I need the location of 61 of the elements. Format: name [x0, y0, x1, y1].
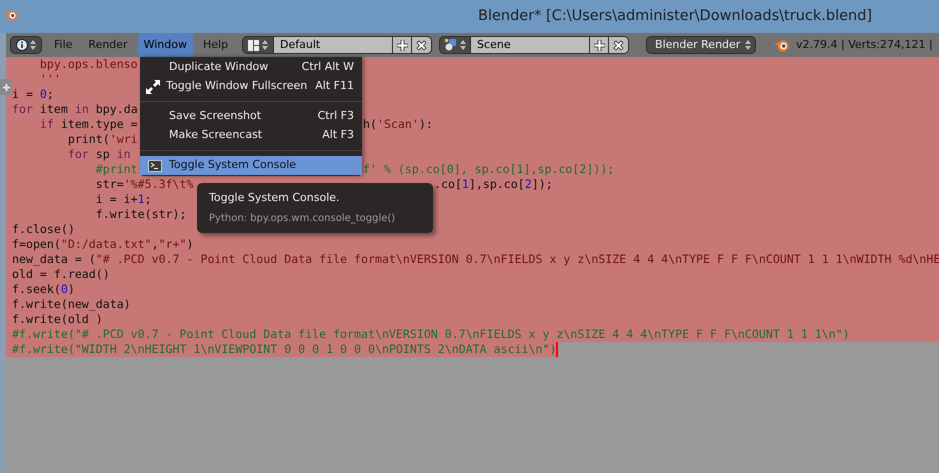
plus-icon [594, 40, 605, 50]
panel-tab[interactable] [0, 79, 12, 95]
code-line: f.write(str); [94, 207, 187, 222]
code-line: bpy.ops.blenso [38, 57, 138, 72]
menu-entry[interactable]: Toggle System Console [140, 156, 362, 175]
up-down-arrows-icon [745, 40, 752, 50]
code-line-fragment: f' % (sp.co[0], sp.co[1],sp.co[2])); [363, 162, 614, 177]
code-line-fragment: h('Scan'): [363, 117, 433, 132]
delete-button[interactable] [609, 36, 630, 54]
menu-entry[interactable]: Toggle Window Fullscreen Alt F11 [140, 77, 362, 96]
code-line: print('wri [66, 132, 138, 147]
code-line: i = i+1; [94, 192, 152, 207]
menu-entry[interactable]: Make Screencast Alt F3 [140, 126, 362, 145]
info-icon [16, 39, 28, 51]
close-icon [416, 40, 428, 50]
code-line: str='%#5.3f\t% [94, 177, 194, 192]
code-line: f=open("D:/data.txt","r+") [11, 237, 194, 252]
up-down-arrows-icon [460, 40, 466, 50]
code-line: f.close() [11, 222, 75, 237]
code-line: #print [94, 162, 138, 177]
menu-item[interactable]: Window [138, 33, 193, 57]
scene-statistics: v2.79.4 | Verts:274,121 | [796, 36, 933, 53]
menu-item[interactable]: Render [82, 33, 134, 57]
layout-icon [248, 40, 260, 50]
fullscreen-arrows-icon [146, 80, 160, 94]
layout-selector-button[interactable] [242, 36, 274, 54]
screen-layout-field[interactable]: Default [274, 36, 392, 54]
blender-logo-icon [774, 38, 790, 52]
render-engine-dropdown[interactable]: Blender Render [646, 36, 756, 54]
menu-item[interactable]: Help [196, 33, 234, 57]
blender-logo-icon [4, 9, 18, 21]
code-line: if item.type = [38, 117, 138, 132]
console-icon [148, 160, 162, 172]
delete-button[interactable] [412, 36, 432, 54]
menu-entry[interactable]: Save Screenshot Ctrl F3 [140, 107, 362, 126]
up-down-arrows-icon [30, 40, 36, 50]
scene-icon [444, 39, 457, 51]
tooltip-python-path: Python: bpy.ops.wm.console_toggle() [209, 212, 396, 226]
scene-selector-button[interactable] [439, 36, 472, 54]
close-icon [613, 40, 624, 50]
code-line: f.write(old ) [11, 312, 103, 327]
up-down-arrows-icon [262, 40, 268, 50]
code-line: f.write(new_data) [11, 297, 131, 312]
code-line-fragment: .co[1],sp.co[2]); [434, 177, 553, 192]
editor-type-button[interactable] [10, 36, 42, 54]
window-title: Blender* [C:\Users\administer\Downloads\truck.blend] [478, 7, 872, 26]
code-line: i = 0; [11, 87, 54, 102]
plus-icon [2, 84, 10, 90]
plus-icon [396, 40, 408, 50]
add-button[interactable] [392, 36, 412, 54]
menu-item[interactable]: File [48, 33, 78, 57]
menu-entry[interactable]: Duplicate Window Ctrl Alt W [140, 58, 362, 77]
tooltip-title: Toggle System Console. [209, 190, 341, 206]
code-line: old = f.read() [11, 267, 110, 282]
code-line: for sp in [66, 147, 131, 162]
code-line: #f.write("# .PCD v0.7 - Point Cloud Data file format\nVERSION 0.7\nFIELDS x y z\nSIZE 4 4 4\nTYPE F F F\nCOUNT 1 1 1\n") [11, 327, 850, 342]
add-button[interactable] [589, 36, 610, 54]
code-line: for item in bpy.da [11, 102, 138, 117]
scene-field[interactable]: Scene [471, 36, 590, 54]
code-line: f.seek(0) [11, 282, 75, 297]
code-line: ''' [38, 72, 61, 87]
